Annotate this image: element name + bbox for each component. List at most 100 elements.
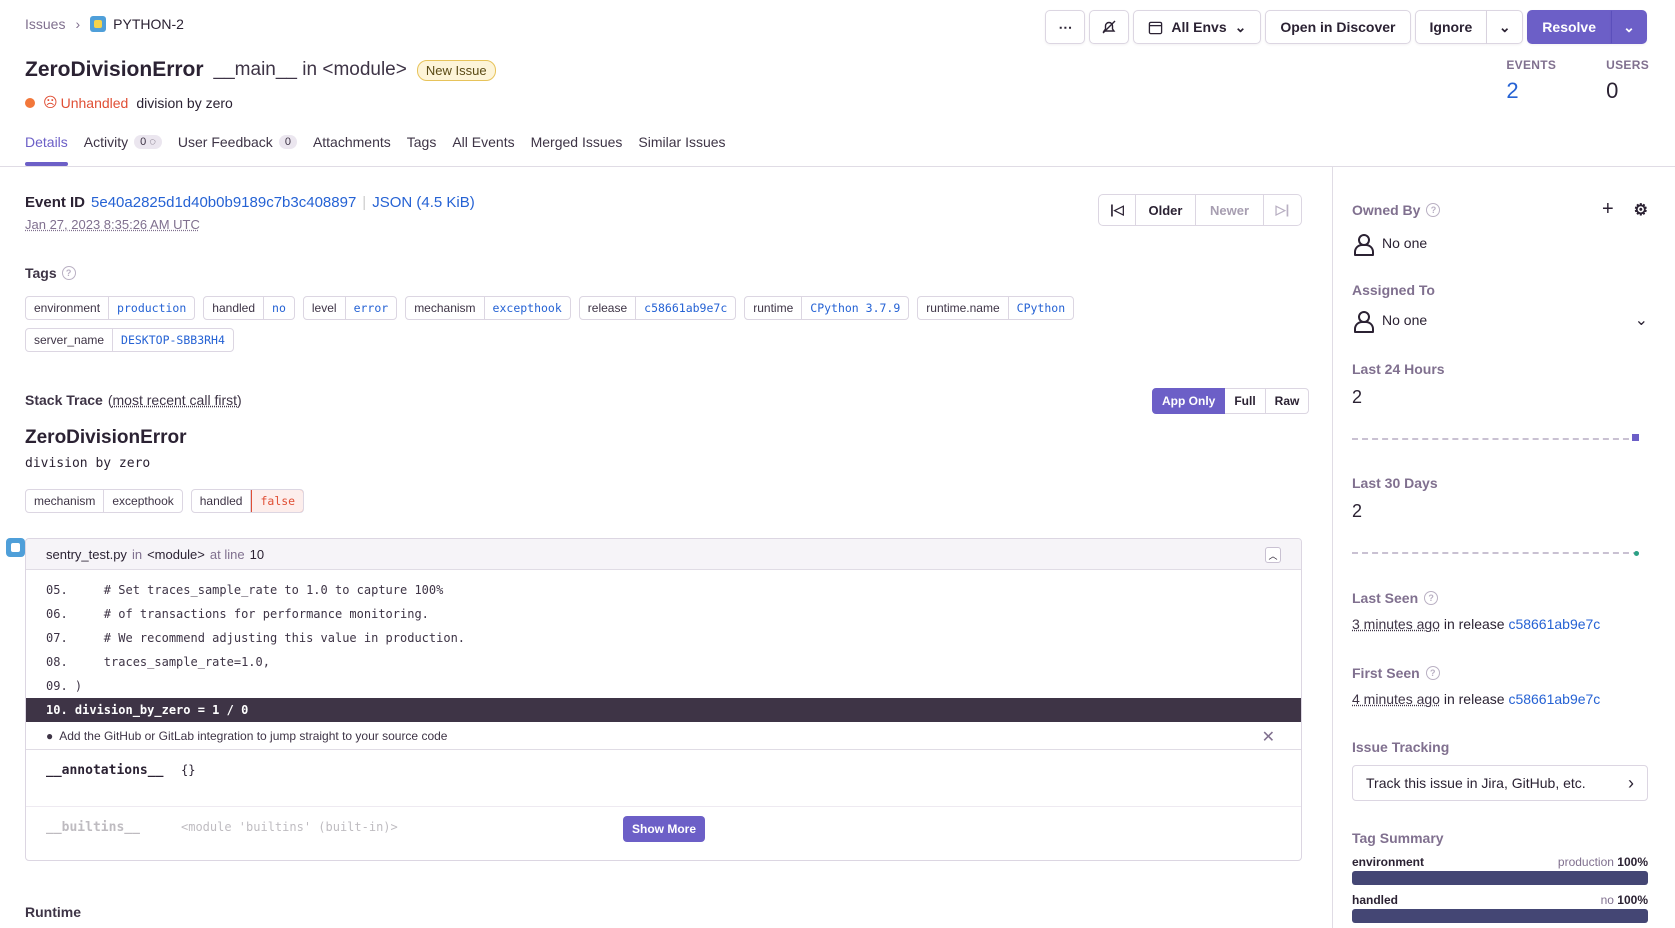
integration-hint-text[interactable]: Add the GitHub or GitLab integration to … xyxy=(59,729,447,743)
tag-value[interactable]: production xyxy=(109,297,194,319)
breadcrumb-issues-link[interactable]: Issues xyxy=(25,16,65,32)
ignore-button[interactable]: Ignore xyxy=(1414,10,1488,44)
last-seen-release-link[interactable]: c58661ab9e7c xyxy=(1508,616,1600,632)
tag-pill[interactable]: server_name DESKTOP-SBB3RH4 xyxy=(25,328,234,352)
first-event-button[interactable]: |◁ xyxy=(1098,194,1136,226)
tag-summary-bar xyxy=(1352,871,1648,885)
chevron-down-icon: ⌄ xyxy=(1623,18,1635,35)
tag-value[interactable]: c58661ab9e7c xyxy=(636,297,735,319)
event-pager: |◁ Older Newer ▷| xyxy=(1098,194,1302,226)
show-more-button[interactable]: Show More xyxy=(623,816,706,842)
code-line-active: 10. division_by_zero = 1 / 0 xyxy=(26,698,1301,722)
environment-select[interactable]: All Envs ⌄ xyxy=(1133,10,1262,44)
event-date: Jan 27, 2023 8:35:26 AM UTC xyxy=(25,217,200,232)
last-30-days-sparkline[interactable] xyxy=(1352,544,1639,556)
track-issue-label: Track this issue in Jira, GitHub, etc. xyxy=(1366,775,1586,791)
help-icon[interactable]: ? xyxy=(1424,591,1439,605)
track-issue-button[interactable]: Track this issue in Jira, GitHub, etc. › xyxy=(1352,765,1648,801)
first-seen-value: 4 minutes ago in release c58661ab9e7c xyxy=(1352,691,1648,707)
tab-details[interactable]: Details xyxy=(25,134,68,166)
tab-activity[interactable]: Activity 0 ◌ xyxy=(84,134,162,166)
tag-key: server_name xyxy=(26,329,114,351)
json-link[interactable]: JSON (4.5 KiB) xyxy=(372,194,475,211)
mute-button[interactable] xyxy=(1089,10,1130,44)
tag-value[interactable]: no xyxy=(264,297,294,319)
plus-icon[interactable]: + xyxy=(1602,198,1614,221)
exception-type: ZeroDivisionError xyxy=(25,427,187,448)
frame-variables: __annotations__ {} __builtins__ <module … xyxy=(26,750,1301,857)
tag-summary-percent: 100% xyxy=(1617,855,1648,869)
newer-event-button[interactable]: Newer xyxy=(1196,194,1264,226)
breadcrumb-project[interactable]: PYTHON-2 xyxy=(90,16,184,32)
owned-by-heading: Owned By ? + ⚙ xyxy=(1352,198,1648,221)
assignee-select[interactable]: No one ⌄ xyxy=(1352,310,1648,333)
last-24-hours-sparkline[interactable] xyxy=(1352,430,1639,441)
stack-order[interactable]: (most recent call first) xyxy=(108,392,242,408)
tags-list: environment production handled no level error… xyxy=(25,296,1125,352)
tab-label: Details xyxy=(25,134,68,150)
frame-header[interactable]: sentry_test.py in <module> at line 10 ︿ xyxy=(26,539,1301,570)
chevron-right-icon: › xyxy=(1628,772,1634,793)
tab-all-events[interactable]: All Events xyxy=(452,134,514,166)
gear-icon[interactable]: ⚙ xyxy=(1634,200,1648,220)
runtime-heading: Runtime xyxy=(25,904,81,920)
tag-pill[interactable]: release c58661ab9e7c xyxy=(578,296,737,320)
tab-similar-issues[interactable]: Similar Issues xyxy=(638,134,725,166)
tab-tags[interactable]: Tags xyxy=(407,134,437,166)
tag-pill[interactable]: handled no xyxy=(203,296,295,320)
last-seen-heading: Last Seen? xyxy=(1352,590,1648,606)
raw-toggle[interactable]: Raw xyxy=(1265,388,1310,414)
close-icon[interactable]: ✕ xyxy=(1262,727,1275,747)
tag-value[interactable]: error xyxy=(346,297,397,319)
last-seen-time: 3 minutes ago xyxy=(1352,616,1440,632)
event-id-row: Event ID 5e40a2825d1d40b0b9189c7b3c40889… xyxy=(25,194,475,211)
frame-filename: sentry_test.py xyxy=(46,546,127,562)
open-in-discover-button[interactable]: Open in Discover xyxy=(1265,10,1411,44)
help-icon[interactable]: ? xyxy=(1426,202,1441,217)
events-stat: EVENTS 2 xyxy=(1506,58,1556,104)
tag-summary-row[interactable]: handled no 100% xyxy=(1352,893,1648,923)
users-label: USERS xyxy=(1606,58,1649,72)
tab-user-feedback[interactable]: User Feedback 0 xyxy=(178,134,297,166)
tag-pill[interactable]: runtime CPython 3.7.9 xyxy=(744,296,910,320)
tag-pill[interactable]: mechanism excepthook xyxy=(405,296,571,320)
tag-value[interactable]: DESKTOP-SBB3RH4 xyxy=(113,329,233,351)
help-icon[interactable]: ? xyxy=(1425,666,1440,680)
chevron-up-icon[interactable]: ︿ xyxy=(1265,547,1281,563)
last-event-button[interactable]: ▷| xyxy=(1264,194,1302,226)
help-icon[interactable]: ? xyxy=(61,266,76,280)
mechanism-tags: mechanism excepthook handled false xyxy=(25,489,305,513)
tag-summary-key: handled xyxy=(1352,893,1399,907)
more-actions-button[interactable]: ⋯ xyxy=(1045,10,1086,44)
ellipsis-icon: ⋯ xyxy=(1058,18,1073,35)
unhandled-text: Unhandled xyxy=(60,94,129,111)
header-divider xyxy=(0,166,1675,167)
resolve-button[interactable]: Resolve xyxy=(1527,10,1611,44)
resolve-options-button[interactable]: ⌄ xyxy=(1611,10,1647,44)
tag-pill[interactable]: runtime.name CPython xyxy=(917,296,1075,320)
ignore-button-group: Ignore ⌄ xyxy=(1414,10,1524,44)
app-only-toggle[interactable]: App Only xyxy=(1152,388,1226,414)
event-id-link[interactable]: 5e40a2825d1d40b0b9189c7b3c408897 xyxy=(91,194,356,211)
events-count[interactable]: 2 xyxy=(1506,78,1556,104)
event-id-label: Event ID xyxy=(25,194,86,211)
tag-pill[interactable]: level error xyxy=(302,296,398,320)
tab-attachments[interactable]: Attachments xyxy=(313,134,391,166)
full-toggle[interactable]: Full xyxy=(1225,388,1266,414)
older-event-button[interactable]: Older xyxy=(1136,194,1196,226)
first-seen-release-link[interactable]: c58661ab9e7c xyxy=(1508,691,1600,707)
variable-value: <module 'builtins' (built-in)> xyxy=(181,820,398,834)
tab-label: Similar Issues xyxy=(638,134,726,150)
users-stat: USERS 0 xyxy=(1606,58,1649,104)
tag-value[interactable]: CPython xyxy=(1009,297,1073,319)
tag-key: runtime.name xyxy=(918,297,1009,319)
skip-forward-icon: ▷| xyxy=(1275,202,1290,217)
tag-pill[interactable]: environment production xyxy=(25,296,196,320)
ignore-options-button[interactable]: ⌄ xyxy=(1487,10,1524,44)
tab-merged-issues[interactable]: Merged Issues xyxy=(531,134,623,166)
tag-value[interactable]: excepthook xyxy=(485,297,570,319)
tab-label: Merged Issues xyxy=(530,134,623,150)
tag-summary-row[interactable]: environment production 100% xyxy=(1352,855,1648,885)
tag-value[interactable]: CPython 3.7.9 xyxy=(802,297,908,319)
owned-by-title: Owned By xyxy=(1352,201,1421,218)
